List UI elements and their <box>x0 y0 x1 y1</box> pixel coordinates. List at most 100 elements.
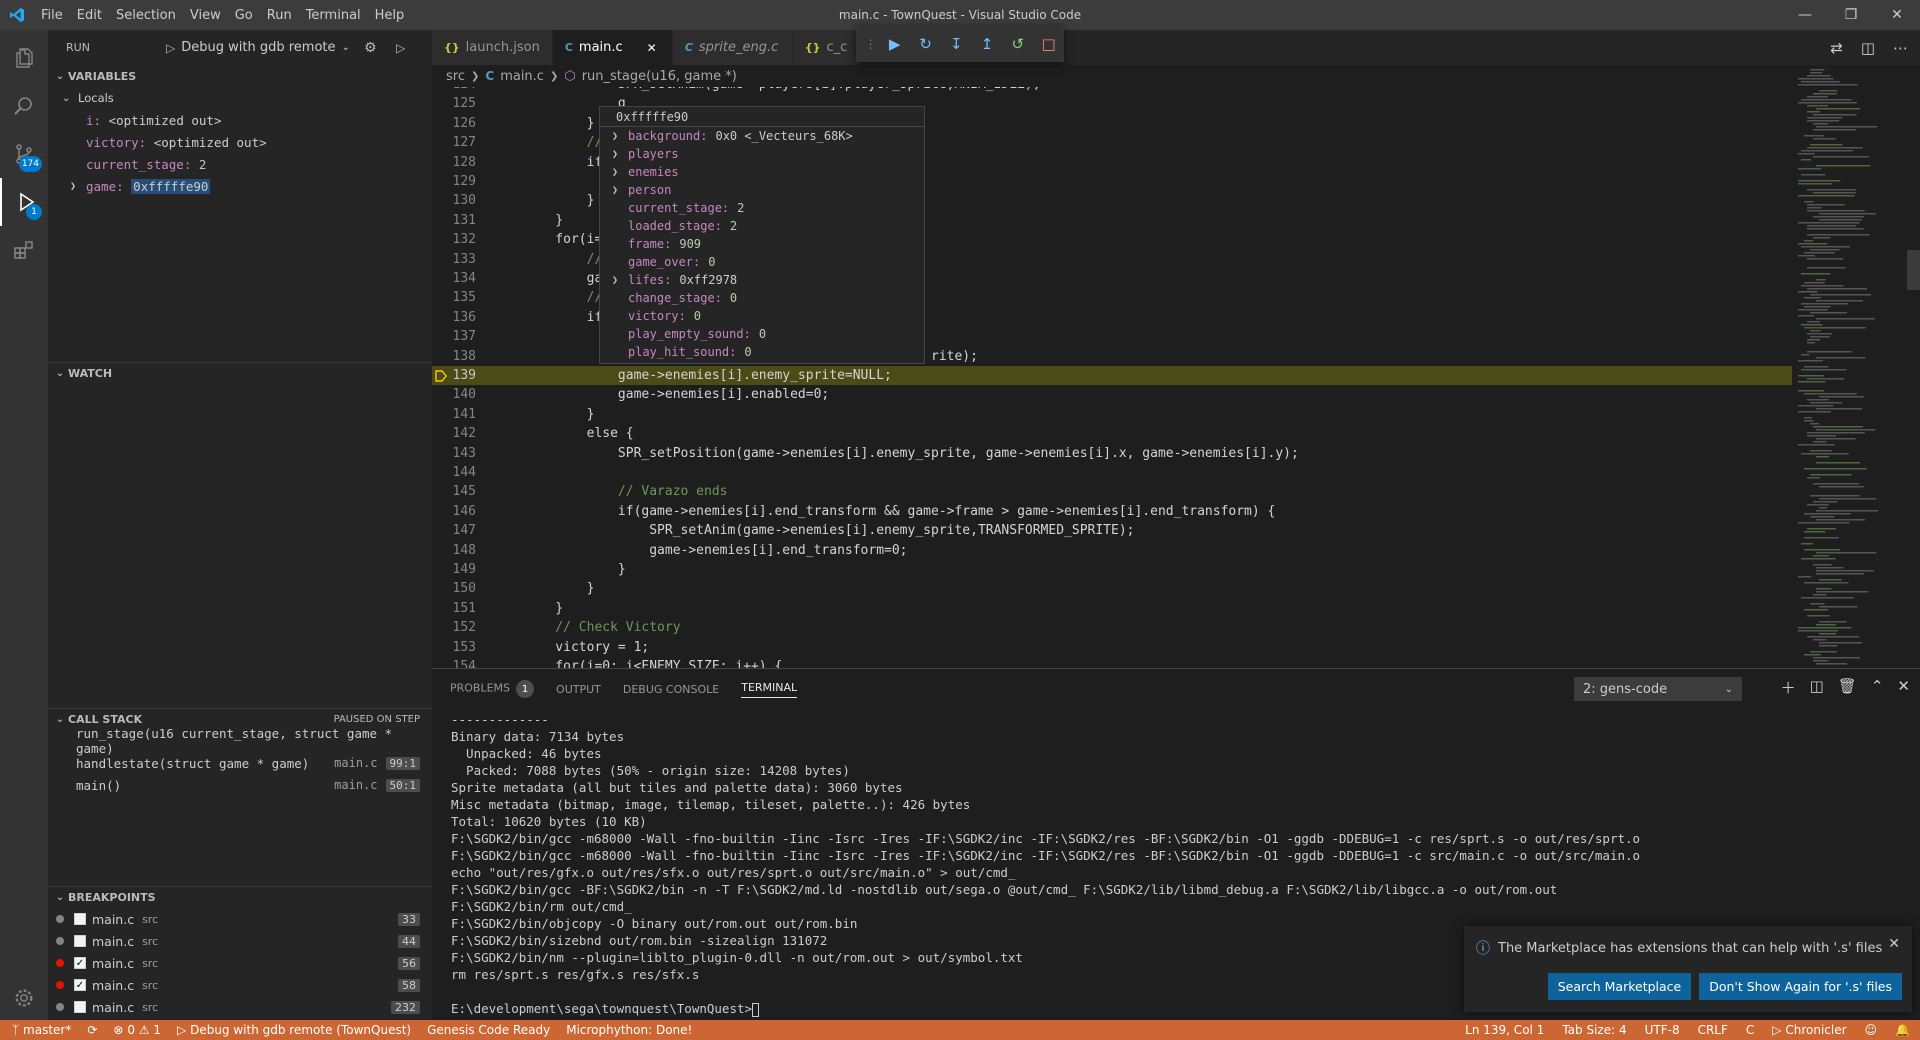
new-terminal-icon[interactable]: ＋ <box>1781 677 1796 698</box>
menu-go[interactable]: Go <box>228 8 260 23</box>
line-number[interactable]: 148 <box>432 543 476 558</box>
branch-status[interactable]: ᛉ master* <box>12 1023 71 1037</box>
close-panel-icon[interactable]: ✕ <box>1897 677 1910 698</box>
line-number[interactable]: 145 <box>432 484 476 499</box>
line-number[interactable]: 144 <box>432 465 476 480</box>
settings-gear-icon[interactable] <box>0 974 48 1022</box>
line-number[interactable]: 126 <box>432 116 476 131</box>
continue-icon[interactable]: ▶ <box>879 35 910 53</box>
stack-frame[interactable]: handlestate(struct game * game) main.c 99… <box>48 752 432 774</box>
terminal-select[interactable]: 2: gens-code ⌄ <box>1574 677 1742 701</box>
restore-icon[interactable]: ❐ <box>1828 0 1874 30</box>
line-number[interactable]: 127 <box>432 135 476 150</box>
line-number[interactable]: 140 <box>432 387 476 402</box>
chevron-right-icon[interactable]: ❯ <box>612 185 628 196</box>
dont-show-again-button[interactable]: Don't Show Again for '.s' files <box>1699 973 1902 1000</box>
source-control-icon[interactable]: 174 <box>0 130 48 178</box>
panel-tab-terminal[interactable]: TERMINAL <box>741 681 798 698</box>
line-number[interactable]: 132 <box>432 232 476 247</box>
breakpoint-checkbox[interactable]: ✓ <box>74 979 86 991</box>
menu-edit[interactable]: Edit <box>70 8 109 23</box>
split-terminal-icon[interactable]: ◫ <box>1810 677 1824 698</box>
problems-status[interactable]: ⊗ 0 ⚠ 1 <box>113 1023 161 1037</box>
breakpoint-item[interactable]: main.c src 33 <box>48 908 432 930</box>
hover-property-row[interactable]: ❯ players <box>600 145 924 163</box>
breakpoint-checkbox[interactable] <box>74 913 86 925</box>
hover-property-row[interactable]: play_empty_sound: 0 <box>600 325 924 343</box>
step-out-icon[interactable]: ↥ <box>972 35 1003 53</box>
code-line[interactable]: 153 victory = 1; <box>432 638 1792 657</box>
menu-selection[interactable]: Selection <box>109 8 183 23</box>
code-line[interactable]: 141 } <box>432 405 1792 424</box>
menu-run[interactable]: Run <box>260 8 299 23</box>
stack-frame[interactable]: main() main.c 50:1 <box>48 774 432 796</box>
extensions-icon[interactable] <box>0 226 48 274</box>
tab-launch-json[interactable]: {} launch.json <box>432 30 553 65</box>
hover-property-row[interactable]: change_stage: 0 <box>600 289 924 307</box>
breadcrumb-symbol[interactable]: run_stage(u16, game *) <box>582 69 737 84</box>
debug-settings-gear-icon[interactable]: ⚙ <box>364 40 377 56</box>
variable-row[interactable]: victory: <optimized out> <box>48 131 432 153</box>
line-number[interactable]: 154 <box>432 659 476 668</box>
breakpoint-checkbox[interactable] <box>74 935 86 947</box>
code-line[interactable]: 152 // Check Victory <box>432 618 1792 637</box>
chevron-right-icon[interactable]: ❯ <box>70 181 86 192</box>
breakpoint-item[interactable]: main.c src 232 <box>48 996 432 1018</box>
search-icon[interactable] <box>0 82 48 130</box>
code-line[interactable]: 149 } <box>432 560 1792 579</box>
menu-view[interactable]: View <box>183 8 228 23</box>
line-number[interactable]: 138 <box>432 349 476 364</box>
variable-row[interactable]: current_stage: 2 <box>48 153 432 175</box>
hover-property-row[interactable]: game_over: 0 <box>600 253 924 271</box>
menu-terminal[interactable]: Terminal <box>299 8 368 23</box>
code-line[interactable]: 124 SPR_setAnim(game->players[i].player_… <box>432 87 1792 94</box>
line-number[interactable]: 151 <box>432 601 476 616</box>
breadcrumb-file[interactable]: main.c <box>500 69 544 84</box>
code-line[interactable]: 140 game->enemies[i].enabled=0; <box>432 385 1792 404</box>
code-line[interactable]: 150 } <box>432 579 1792 598</box>
chevron-right-icon[interactable]: ❯ <box>612 167 628 178</box>
breakpoint-checkbox[interactable]: ✓ <box>74 957 86 969</box>
micro-status[interactable]: Microphython: Done! <box>566 1023 692 1037</box>
panel-tab-problems[interactable]: PROBLEMS 1 <box>450 680 535 698</box>
hover-property-row[interactable]: ❯ lifes: 0xff2978 <box>600 271 924 289</box>
minimap[interactable] <box>1792 65 1920 668</box>
tab-main-c[interactable]: C main.c ✕ <box>552 30 673 65</box>
close-window-icon[interactable]: ✕ <box>1874 0 1920 30</box>
line-number[interactable]: 149 <box>432 562 476 577</box>
line-number[interactable]: 136 <box>432 310 476 325</box>
line-number[interactable]: 131 <box>432 213 476 228</box>
breakpoint-item[interactable]: main.c src 44 <box>48 930 432 952</box>
split-editor-icon[interactable]: ◫ <box>1861 39 1875 57</box>
tab-sprite-eng-c[interactable]: C sprite_eng.c <box>672 30 793 65</box>
minimap-slider[interactable] <box>1907 250 1920 290</box>
restart-icon[interactable]: ↺ <box>1002 35 1033 53</box>
step-over-icon[interactable]: ↻ <box>910 35 941 53</box>
trash-icon[interactable]: 🗑 <box>1838 677 1857 698</box>
tab-c-c[interactable]: {} c_c <box>792 30 861 65</box>
watch-section-header[interactable]: ⌄ WATCH <box>48 362 432 384</box>
debug-config-select[interactable]: ▷ Debug with gdb remote ⌄ <box>166 40 350 55</box>
step-into-icon[interactable]: ↧ <box>941 35 972 53</box>
hover-property-row[interactable]: frame: 909 <box>600 235 924 253</box>
line-number[interactable]: 153 <box>432 640 476 655</box>
explorer-icon[interactable] <box>0 34 48 82</box>
breadcrumb-folder[interactable]: src <box>446 69 465 84</box>
hover-property-row[interactable]: current_stage: 2 <box>600 199 924 217</box>
variable-row[interactable]: i: <optimized out> <box>48 109 432 131</box>
breakpoints-section-header[interactable]: ⌄ BREAKPOINTS <box>48 886 432 908</box>
chevron-right-icon[interactable]: ❯ <box>612 131 628 142</box>
start-debug-icon[interactable]: ▷ <box>166 41 175 55</box>
code-line[interactable]: 145 // Varazo ends <box>432 482 1792 501</box>
panel-tab-output[interactable]: OUTPUT <box>556 683 601 696</box>
code-line[interactable]: 143 SPR_setPosition(game->enemies[i].ene… <box>432 444 1792 463</box>
line-number[interactable]: 150 <box>432 581 476 596</box>
menu-help[interactable]: Help <box>368 8 412 23</box>
feedback-icon[interactable]: ☺ <box>1865 1023 1878 1037</box>
stack-frame[interactable]: run_stage(u16 current_stage, struct game… <box>48 726 432 756</box>
code-line[interactable]: 147 SPR_setAnim(game->enemies[i].enemy_s… <box>432 521 1792 540</box>
variables-section-header[interactable]: ⌄ VARIABLES <box>48 65 432 87</box>
variable-row-game[interactable]: ❯ game: 0xfffffe90 <box>48 175 432 197</box>
close-notification-icon[interactable]: ✕ <box>1888 936 1900 952</box>
line-number[interactable]: 128 <box>432 155 476 170</box>
